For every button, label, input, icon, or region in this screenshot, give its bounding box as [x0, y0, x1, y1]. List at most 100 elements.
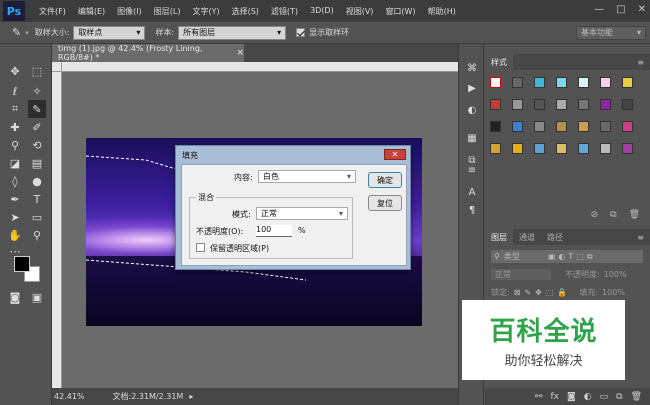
- pen-tool-icon[interactable]: ✒: [6, 190, 24, 208]
- adjustments-panel-icon[interactable]: ◐: [463, 102, 481, 118]
- workspace-select[interactable]: 基本功能 ▾: [576, 25, 646, 40]
- menu-view[interactable]: 视图(V): [340, 6, 380, 17]
- foreground-color-swatch[interactable]: [14, 256, 30, 272]
- mode-select[interactable]: 正常 ▾: [256, 207, 348, 220]
- add-mask-icon[interactable]: ◙: [567, 392, 576, 402]
- menu-type[interactable]: 文字(Y): [186, 6, 225, 17]
- history-brush-icon[interactable]: ⟲: [28, 136, 46, 154]
- move-tool-icon[interactable]: ✥: [6, 62, 24, 80]
- link-layers-icon[interactable]: ⚯: [535, 392, 543, 402]
- brush-tool-icon[interactable]: ✐: [28, 118, 46, 136]
- menu-3d[interactable]: 3D(D): [304, 6, 340, 17]
- delete-layer-icon[interactable]: 🗑: [631, 392, 642, 402]
- menu-file[interactable]: 文件(F): [33, 6, 72, 17]
- menu-image[interactable]: 图像(I): [111, 6, 148, 17]
- ok-button[interactable]: 确定: [368, 172, 402, 188]
- layer-opacity-value[interactable]: 100%: [604, 270, 627, 279]
- eraser-tool-icon[interactable]: ◪: [6, 154, 24, 172]
- close-window-button[interactable]: ✕: [638, 4, 646, 15]
- style-swatch[interactable]: [622, 143, 633, 154]
- style-swatch[interactable]: [512, 143, 523, 154]
- new-group-icon[interactable]: ▭: [600, 392, 609, 402]
- menu-filter[interactable]: 滤镜(T): [265, 6, 304, 17]
- eyedropper-icon[interactable]: ✎: [28, 100, 46, 118]
- style-swatch[interactable]: [578, 121, 589, 132]
- maximize-button[interactable]: □: [616, 4, 625, 15]
- screen-mode-icon[interactable]: ▣: [28, 288, 46, 306]
- delete-style-icon[interactable]: 🗑: [629, 210, 640, 224]
- tab-channels[interactable]: 通道: [513, 229, 541, 245]
- brush-panel-icon[interactable]: ≡: [463, 162, 481, 178]
- show-ring-checkbox[interactable]: [296, 28, 306, 37]
- style-swatch[interactable]: [512, 121, 523, 132]
- lock-icons[interactable]: ⊠✎✥⬚🔒: [514, 288, 572, 297]
- style-swatch[interactable]: [578, 77, 589, 88]
- sample-select[interactable]: 所有图层 ▾: [178, 25, 287, 40]
- style-swatch[interactable]: [600, 77, 611, 88]
- style-swatch[interactable]: [622, 99, 633, 110]
- shape-tool-icon[interactable]: ▭: [28, 208, 46, 226]
- marquee-tool-icon[interactable]: ⬚: [28, 62, 46, 80]
- gradient-tool-icon[interactable]: ▤: [28, 154, 46, 172]
- properties-panel-icon[interactable]: ▦: [463, 130, 481, 146]
- magic-wand-icon[interactable]: ✧: [28, 82, 46, 100]
- dialog-close-button[interactable]: ✕: [384, 149, 406, 160]
- style-swatch[interactable]: [622, 77, 633, 88]
- clone-stamp-icon[interactable]: ⚲: [6, 136, 24, 154]
- tab-styles[interactable]: 样式: [485, 54, 513, 70]
- path-selection-icon[interactable]: ➤: [6, 208, 24, 226]
- preserve-transparency-checkbox[interactable]: [196, 243, 205, 252]
- style-swatch[interactable]: [534, 99, 545, 110]
- style-swatch[interactable]: [622, 121, 633, 132]
- style-none-swatch[interactable]: [490, 77, 501, 88]
- healing-brush-icon[interactable]: ✚: [6, 118, 24, 136]
- minimize-button[interactable]: —: [594, 4, 604, 15]
- style-swatch[interactable]: [600, 143, 611, 154]
- lasso-tool-icon[interactable]: ℓ: [6, 82, 24, 100]
- no-style-icon[interactable]: ⊘: [591, 210, 599, 224]
- style-swatch[interactable]: [600, 99, 611, 110]
- tab-layers[interactable]: 图层: [485, 229, 513, 245]
- new-layer-icon[interactable]: ⧉: [616, 392, 622, 402]
- style-swatch[interactable]: [490, 99, 501, 110]
- eyedropper-tool-icon[interactable]: ✎: [12, 26, 21, 39]
- horizontal-ruler[interactable]: [62, 62, 458, 72]
- reset-button[interactable]: 复位: [368, 195, 402, 211]
- style-swatch[interactable]: [556, 121, 567, 132]
- document-tab[interactable]: timg (1).jpg @ 42.4% (Frosty Lining, RGB…: [52, 44, 244, 62]
- menu-window[interactable]: 窗口(W): [379, 6, 421, 17]
- status-arrow-icon[interactable]: ▸: [189, 392, 193, 401]
- menu-select[interactable]: 选择(S): [226, 6, 265, 17]
- history-panel-icon[interactable]: ⌘: [463, 60, 481, 76]
- style-swatch[interactable]: [490, 143, 501, 154]
- menu-edit[interactable]: 编辑(E): [72, 6, 111, 17]
- blend-mode-select[interactable]: 正常: [491, 269, 551, 280]
- opacity-input[interactable]: 100: [256, 225, 292, 237]
- panel-menu-icon[interactable]: ≡: [637, 233, 644, 242]
- style-swatch[interactable]: [534, 143, 545, 154]
- style-swatch[interactable]: [512, 77, 523, 88]
- sample-size-select[interactable]: 取样点 ▾: [73, 25, 146, 40]
- menu-layer[interactable]: 图层(L): [148, 6, 187, 17]
- style-swatch[interactable]: [556, 77, 567, 88]
- paragraph-panel-icon[interactable]: ¶: [463, 202, 481, 218]
- layer-style-icon[interactable]: fx: [551, 392, 560, 402]
- menu-help[interactable]: 帮助(H): [422, 6, 462, 17]
- content-select[interactable]: 白色 ▾: [258, 170, 356, 183]
- style-swatch[interactable]: [490, 121, 501, 132]
- dodge-tool-icon[interactable]: ●: [28, 172, 46, 190]
- quick-mask-icon[interactable]: ◙: [6, 288, 24, 306]
- tool-preset-chevron-icon[interactable]: ▾: [25, 29, 29, 37]
- zoom-level[interactable]: 42.41%: [54, 392, 85, 401]
- layer-filter-select[interactable]: ⚲ 类型 ▣◐T⬚⧉: [491, 250, 643, 263]
- style-swatch[interactable]: [556, 99, 567, 110]
- character-panel-icon[interactable]: A: [463, 184, 481, 200]
- ruler-origin[interactable]: [52, 62, 62, 72]
- close-tab-icon[interactable]: ×: [236, 48, 244, 58]
- panel-menu-icon[interactable]: ≡: [637, 58, 644, 67]
- actions-panel-icon[interactable]: ▶: [463, 80, 481, 96]
- zoom-tool-icon[interactable]: ⚲: [28, 226, 46, 244]
- type-tool-icon[interactable]: T: [28, 190, 46, 208]
- new-style-icon[interactable]: ⧉: [610, 210, 616, 224]
- vertical-ruler[interactable]: [52, 62, 62, 388]
